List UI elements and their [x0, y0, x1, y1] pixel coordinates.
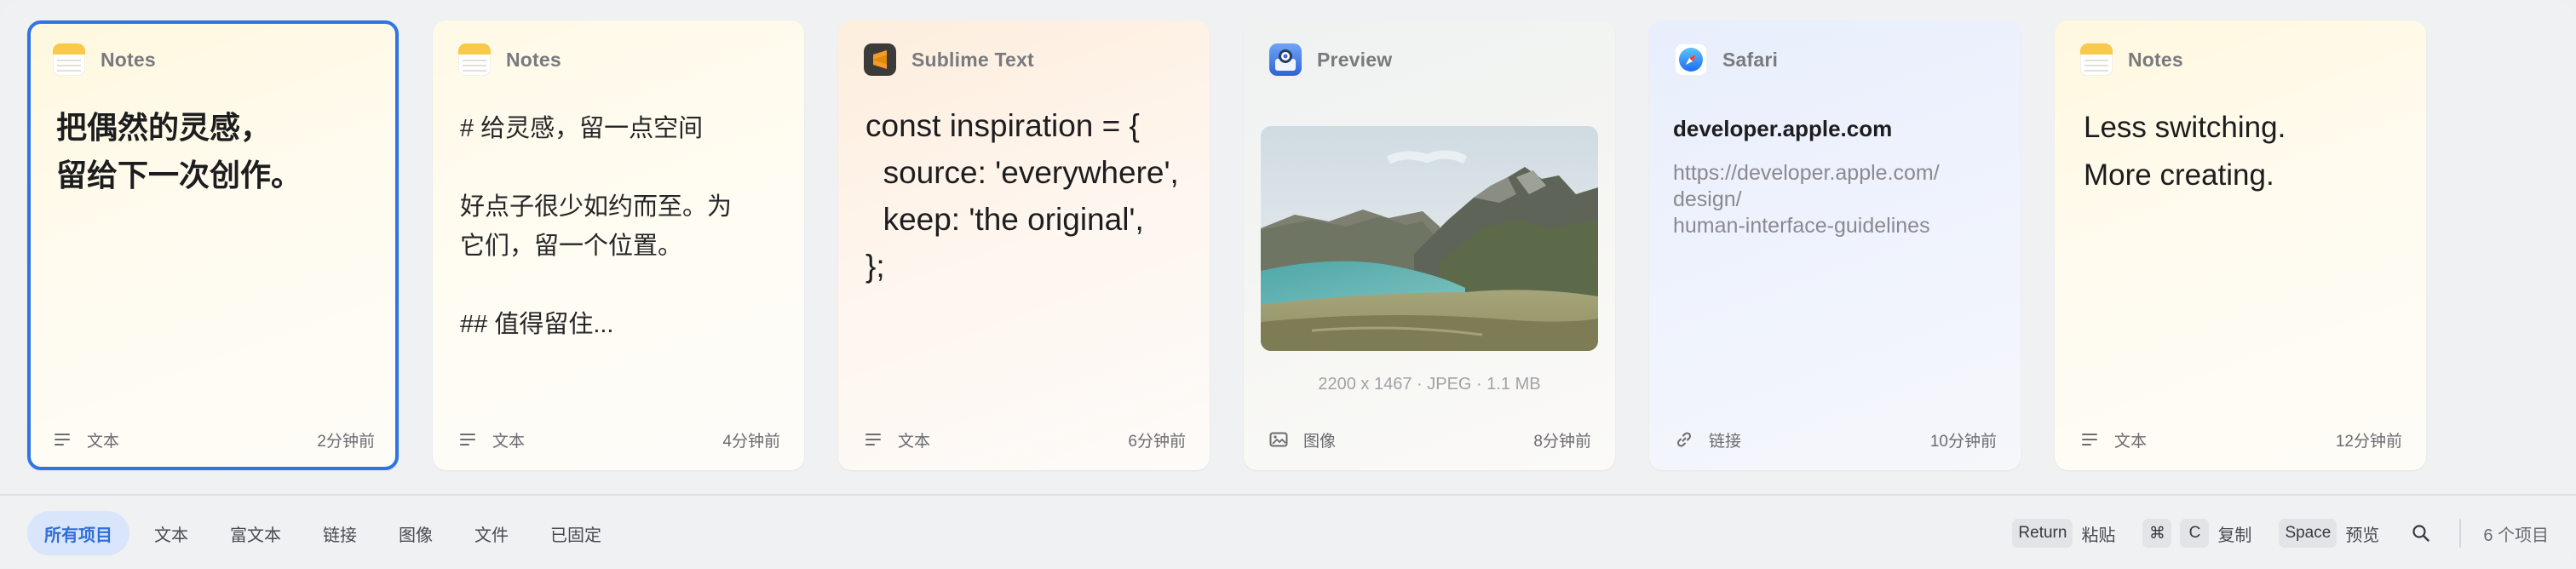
filter-text[interactable]: 文本 [137, 511, 205, 555]
paste-label: 粘贴 [2081, 526, 2116, 545]
copy-shortcut[interactable]: ⌘ C 复制 [2142, 519, 2251, 548]
copy-label: 复制 [2217, 526, 2252, 545]
image-icon [1269, 430, 1288, 449]
clipboard-cards: Notes 把偶然的灵感， 留给下一次创作。 文本 2分钟前 Notes # 给… [27, 20, 2549, 470]
c-key: C [2180, 519, 2210, 548]
time-label: 12分钟前 [2335, 432, 2402, 451]
type-label: 图像 [1303, 432, 1337, 451]
card-footer: 文本 12分钟前 [2080, 421, 2402, 458]
card-footer: 链接 10分钟前 [1675, 421, 1997, 458]
text-lines-icon [458, 430, 477, 449]
time-label: 10分钟前 [1929, 432, 1997, 451]
clip-content: const inspiration = { source: 'everywher… [865, 108, 1179, 284]
app-name: Preview [1317, 48, 1393, 71]
notes-icon [53, 43, 85, 76]
filter-images[interactable]: 图像 [382, 511, 450, 555]
clip-content: Less switching. More creating. [2084, 111, 2286, 192]
safari-compass-icon [1675, 43, 1707, 76]
search-icon [2412, 525, 2430, 542]
app-name: Safari [1722, 48, 1779, 71]
time-label: 4分钟前 [722, 432, 780, 451]
filter-files[interactable]: 文件 [457, 511, 526, 555]
clip-card-notes-3[interactable]: Notes Less switching. More creating. 文本 … [2055, 20, 2426, 470]
card-header: Safari [1675, 43, 1778, 77]
notes-icon [2080, 43, 2113, 76]
type-label: 链接 [1709, 432, 1742, 451]
card-footer: 文本 6分钟前 [864, 421, 1186, 458]
toolbar-divider [2459, 519, 2462, 548]
link-icon [1675, 430, 1693, 449]
filter-rich-text[interactable]: 富文本 [213, 511, 298, 555]
paste-shortcut[interactable]: Return 粘贴 [2012, 519, 2115, 548]
shortcut-hints: Return 粘贴 ⌘ C 复制 Space 预览 6 个项目 [2012, 511, 2549, 555]
text-lines-icon [2080, 430, 2099, 449]
clip-card-notes-2[interactable]: Notes # 给灵感，留一点空间 好点子很少如约而至。为 它们，留一个位置。 … [433, 20, 804, 470]
card-footer: 文本 2分钟前 [53, 421, 375, 458]
clip-card-notes-1[interactable]: Notes 把偶然的灵感， 留给下一次创作。 文本 2分钟前 [27, 20, 399, 470]
text-lines-icon [53, 430, 72, 449]
type-label: 文本 [492, 432, 526, 451]
item-count: 6 个项目 [2483, 526, 2549, 545]
preview-icon [1269, 43, 1302, 76]
return-key: Return [2012, 519, 2073, 548]
command-key: ⌘ [2142, 519, 2172, 548]
filter-all[interactable]: 所有项目 [27, 511, 129, 555]
preview-shortcut[interactable]: Space 预览 [2279, 519, 2379, 548]
text-lines-icon [864, 430, 883, 449]
card-header: Notes [2080, 43, 2183, 77]
type-label: 文本 [2114, 432, 2148, 451]
filter-pinned[interactable]: 已固定 [533, 511, 618, 555]
card-header: Preview [1269, 43, 1392, 77]
card-header: Notes [458, 43, 561, 77]
clipboard-window: Notes 把偶然的灵感， 留给下一次创作。 文本 2分钟前 Notes # 给… [0, 0, 2576, 569]
link-url: https://developer.apple.com/ design/ hum… [1673, 161, 1940, 238]
app-name: Sublime Text [911, 48, 1034, 71]
sublime-text-icon [864, 43, 896, 76]
clip-card-sublime[interactable]: Sublime Text const inspiration = { sourc… [838, 20, 1210, 470]
type-label: 文本 [898, 432, 931, 451]
image-thumbnail [1261, 126, 1598, 351]
card-footer: 文本 4分钟前 [458, 421, 780, 458]
filter-tabs: 所有项目 文本 富文本 链接 图像 文件 已固定 [27, 511, 626, 555]
notes-icon [458, 43, 491, 76]
filter-links[interactable]: 链接 [306, 511, 374, 555]
space-key: Space [2279, 519, 2337, 548]
time-label: 6分钟前 [1128, 432, 1186, 451]
app-name: Notes [2128, 48, 2183, 71]
card-header: Notes [53, 43, 156, 77]
app-name: Notes [506, 48, 561, 71]
bottom-toolbar: 所有项目 文本 富文本 链接 图像 文件 已固定 Return 粘贴 ⌘ C 复… [0, 494, 2576, 569]
card-header: Sublime Text [864, 43, 1034, 77]
clip-content: # 给灵感，留一点空间 好点子很少如约而至。为 它们，留一个位置。 ## 值得留… [460, 115, 733, 338]
clip-card-safari[interactable]: Safari developer.apple.com https://devel… [1649, 20, 2021, 470]
link-title: developer.apple.com [1673, 116, 1893, 141]
clip-card-preview[interactable]: Preview 2200 x 1467 · JPEG · 1.1 MB 图像 8… [1244, 20, 1615, 470]
clip-content: 把偶然的灵感， 留给下一次创作。 [56, 110, 302, 193]
search-button[interactable] [2406, 519, 2435, 548]
app-name: Notes [101, 48, 156, 71]
image-meta: 2200 x 1467 · JPEG · 1.1 MB [1318, 375, 1541, 394]
preview-label: 预览 [2345, 526, 2380, 545]
type-label: 文本 [87, 432, 120, 451]
time-label: 8分钟前 [1533, 432, 1591, 451]
time-label: 2分钟前 [317, 432, 375, 451]
card-footer: 图像 8分钟前 [1269, 421, 1591, 458]
